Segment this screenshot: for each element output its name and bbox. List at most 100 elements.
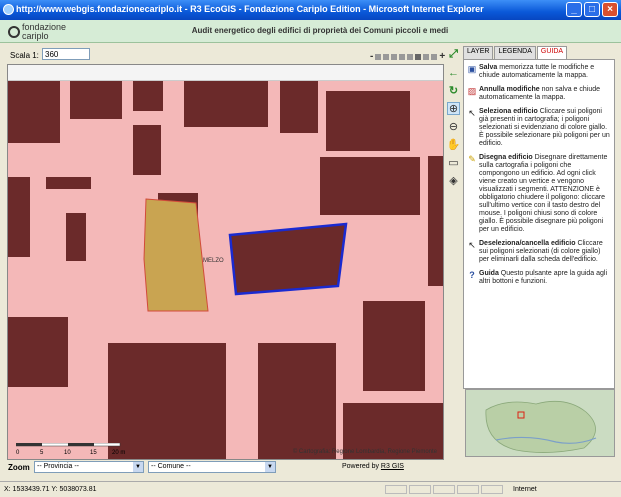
zoom-in-control[interactable]: + [439,51,445,62]
pan-hand-icon[interactable]: ✋ [447,138,461,151]
zoom-in-icon[interactable]: ⊕ [447,102,460,115]
tab-guida[interactable]: GUIDA [536,46,568,59]
building[interactable] [133,125,161,175]
scale-tick: 20 m [112,450,125,456]
powered-by: Powered by R3 GIS [342,463,404,470]
provincia-select[interactable]: -- Provincia -- ▼ [34,461,144,473]
zoom-step[interactable] [375,53,382,60]
building[interactable] [428,156,443,286]
building[interactable] [108,343,226,459]
building[interactable] [70,81,122,119]
building[interactable] [184,81,268,127]
map-canvas[interactable]: MELZO [8,81,443,459]
guide-item: ↖ Deseleziona/cancella edificio Cliccare… [467,240,611,264]
scale-tick: 15 [90,450,97,456]
window-title: http://www.webgis.fondazionecariplo.it -… [16,4,484,14]
scale-tick: 10 [64,450,71,456]
map-topbar [8,65,443,81]
scale-tick: 0 [16,450,20,456]
close-button[interactable]: × [602,2,618,17]
internet-zone: Internet [513,486,537,493]
comune-select[interactable]: -- Comune -- ▼ [148,461,276,473]
guide-item: ✎ Disegna edificio Disegnare direttament… [467,154,611,234]
map-credits: © Cartografia: Regione Lombardia, Region… [292,449,437,455]
guide-item-text: Questo pulsante apre la guida agli altri… [479,270,608,285]
building[interactable] [258,343,336,459]
status-bar: X: 1533439.71 Y: 5038073.81 Internet [0,481,621,497]
comune-value: -- Comune -- [151,463,191,470]
full-extent-icon[interactable]: ⤢ [447,48,460,61]
place-label: MELZO [203,258,224,264]
guide-item-title: Guida [479,270,499,277]
ie-icon [3,4,14,15]
zoom-step[interactable] [383,53,390,60]
provincia-value: -- Provincia -- [37,463,80,470]
deselect-icon: ↖ [468,240,476,250]
scale-input[interactable] [42,48,90,60]
zoom-step[interactable] [399,53,406,60]
guide-content: ▣ Salva memorizza tutte le modifiche e c… [463,59,615,389]
guide-item-text: Disegnare direttamente sulla cartografia… [479,154,608,233]
info-icon[interactable]: ◈ [447,174,460,187]
measure-icon[interactable]: ▭ [447,156,460,169]
zoom-step-current[interactable] [415,53,422,60]
guide-item-title: Seleziona edificio [479,108,538,115]
draw-building-icon: ✎ [468,154,476,164]
zoom-out-icon[interactable]: ⊖ [447,120,460,133]
powered-link[interactable]: R3 GIS [381,463,404,470]
tab-layer[interactable]: LAYER [463,46,494,59]
guide-item-title: Deseleziona/cancella edificio [479,240,576,247]
side-panel: LAYER LEGENDA GUIDA ▣ Salva memorizza tu… [463,46,615,460]
logo: fondazione cariplo [8,22,68,42]
maximize-button[interactable]: □ [584,2,600,17]
chevron-down-icon[interactable]: ▼ [133,462,143,472]
guide-item: ↖ Seleziona edificio Cliccare sui poligo… [467,108,611,148]
zoom-label: Zoom [8,463,30,472]
building[interactable] [8,81,60,143]
zoom-step[interactable] [391,53,398,60]
map-view[interactable]: MELZO 0 5 10 15 20 m © Cartografia: Regi… [7,64,444,460]
bottom-bar: Zoom -- Provincia -- ▼ -- Comune -- ▼ Po… [0,460,445,474]
building[interactable] [320,157,420,215]
scale-label: Scala 1: [10,51,39,60]
page-title: Audit energetico degli edifici di propri… [191,26,449,35]
building[interactable] [326,91,410,151]
guide-item-text: memorizza tutte le modifiche e chiude au… [479,64,595,79]
zoom-step[interactable] [407,53,414,60]
zoom-step[interactable] [423,53,430,60]
chevron-down-icon[interactable]: ▼ [265,462,275,472]
guide-item-title: Annulla modifiche [479,86,540,93]
guide-item: ▣ Salva memorizza tutte le modifiche e c… [467,64,611,80]
cancel-icon: ▨ [467,86,477,96]
zoom-slider[interactable]: - + [370,51,445,62]
logo-icon [8,26,20,38]
building[interactable] [133,81,163,111]
building[interactable] [8,317,68,387]
select-building-icon: ↖ [468,108,476,118]
building[interactable] [66,213,86,261]
map-scalebar: 0 5 10 15 20 m [15,442,126,461]
window-titlebar: http://www.webgis.fondazionecariplo.it -… [0,0,621,20]
app-header: fondazione cariplo Audit energetico degl… [0,20,621,43]
building[interactable] [8,177,30,257]
back-arrow-icon[interactable]: ← [447,66,460,79]
building[interactable] [363,301,425,391]
status-coordinates: X: 1533439.71 Y: 5038073.81 [4,486,97,493]
guide-item: ▨ Annulla modifiche non salva e chiude a… [467,86,611,102]
zoom-out-control[interactable]: - [370,51,373,62]
tab-legenda[interactable]: LEGENDA [494,46,536,59]
overview-map[interactable] [465,389,615,457]
drawn-polygon[interactable] [228,222,348,296]
help-icon: ? [469,270,475,280]
guide-item-title: Salva [479,64,498,71]
building[interactable] [280,81,318,133]
guide-item: ? Guida Questo pulsante apre la guida ag… [467,270,611,286]
zoom-step[interactable] [431,53,438,60]
guide-item-title: Disegna edificio [479,154,533,161]
minimize-button[interactable]: _ [566,2,582,17]
refresh-icon[interactable]: ↻ [447,84,460,97]
building[interactable] [46,177,91,189]
map-tools: ⤢ ← ↻ ⊕ ⊖ ✋ ▭ ◈ [447,48,461,187]
logo-line2: cariplo [22,31,49,41]
save-icon: ▣ [467,64,477,74]
